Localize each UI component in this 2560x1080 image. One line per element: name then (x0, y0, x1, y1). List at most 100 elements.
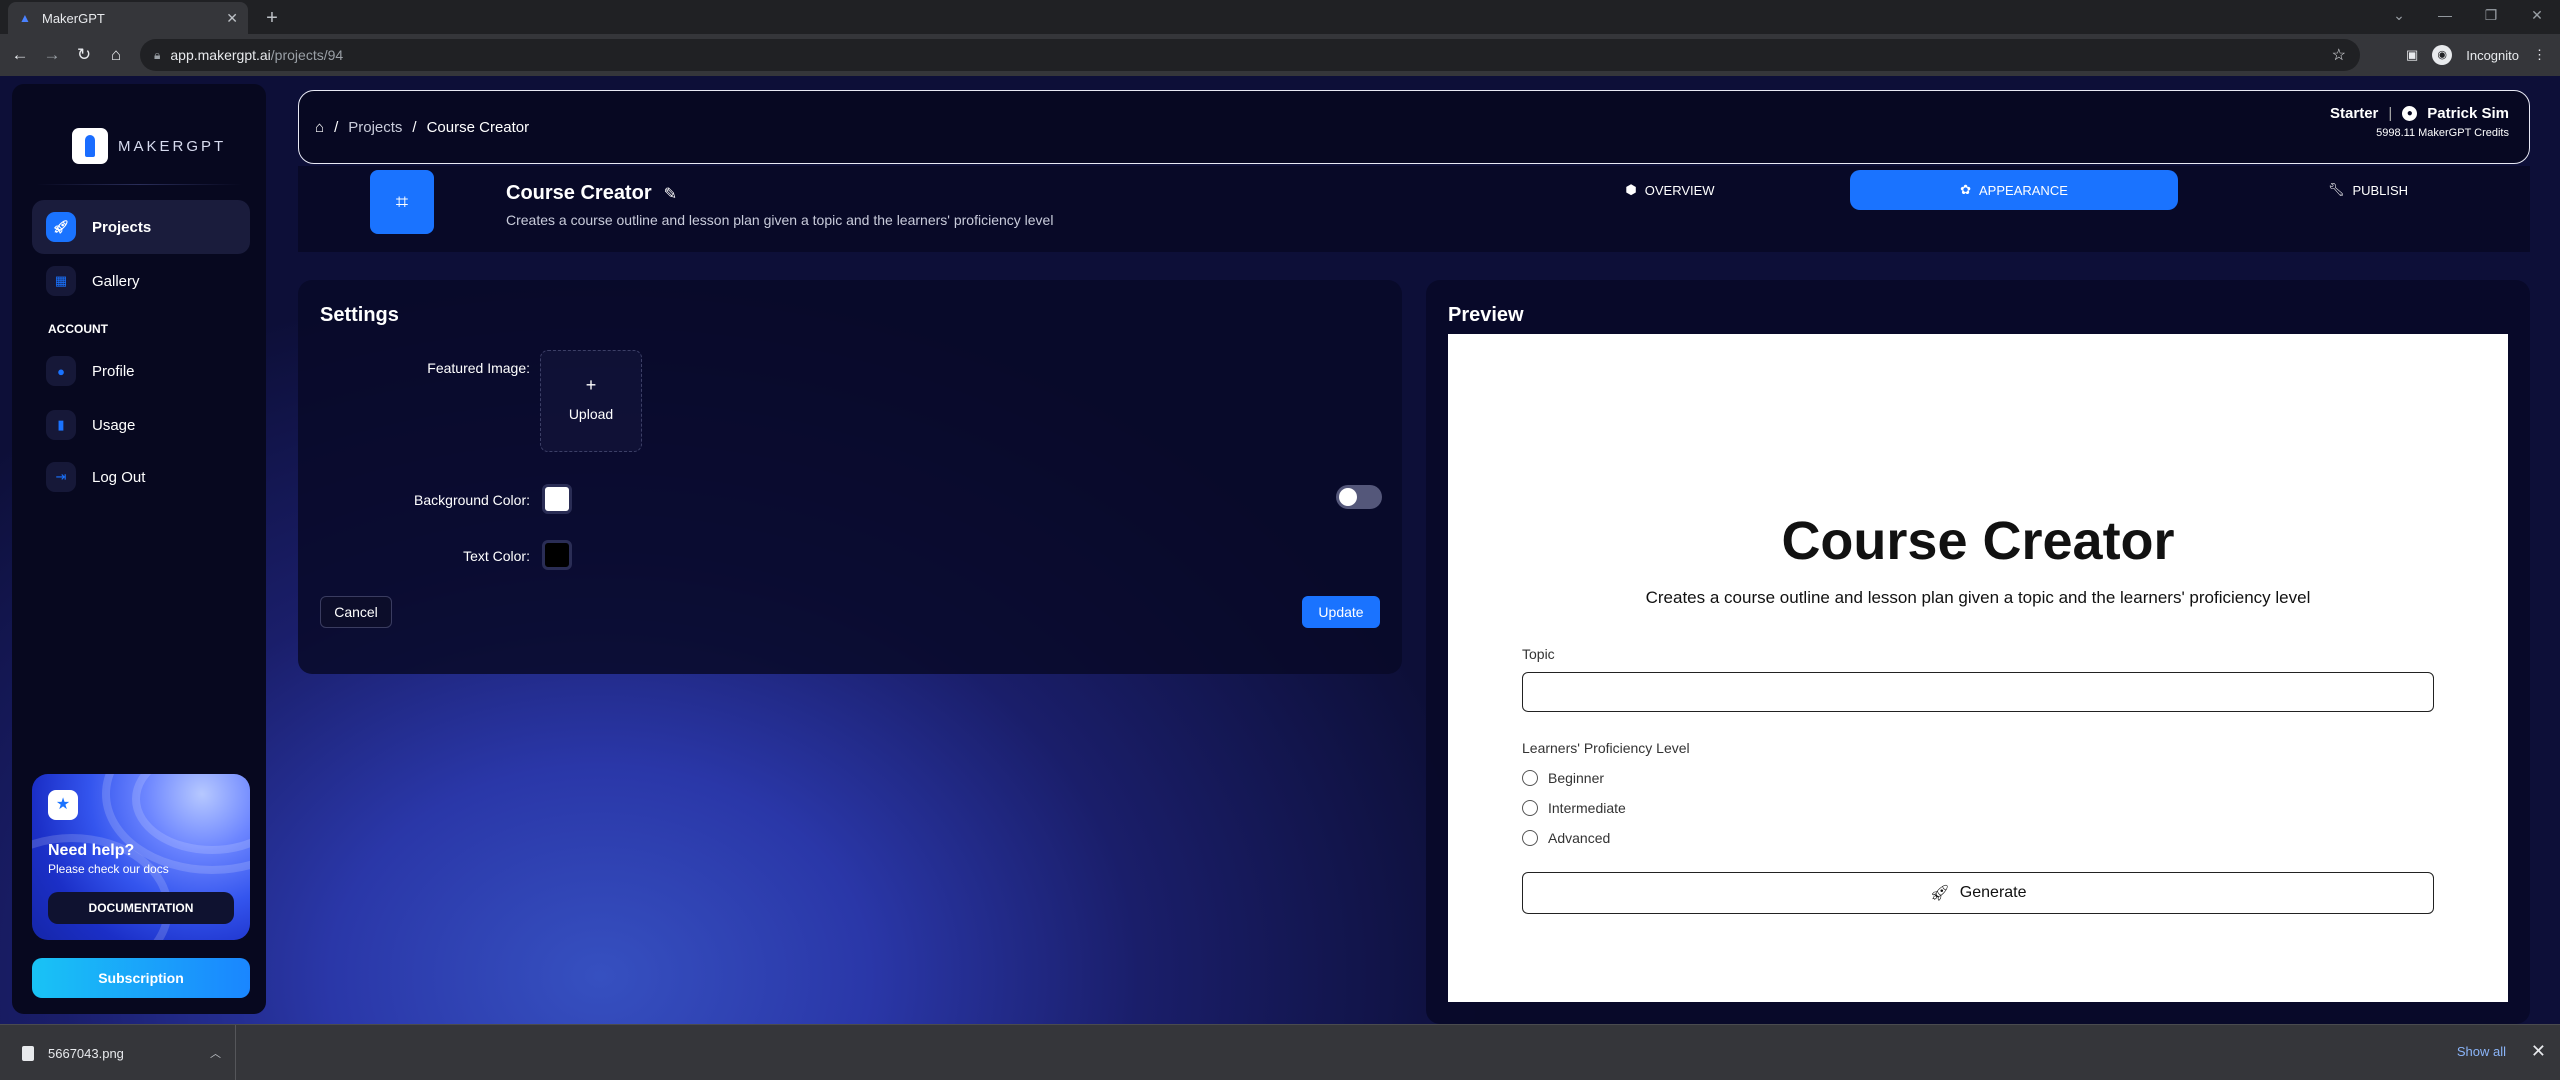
preview-panel: Preview Course Creator Creates a course … (1426, 280, 2530, 1024)
radio-beginner[interactable]: Beginner (1522, 770, 1604, 786)
close-downloads-icon[interactable]: ✕ (2531, 1041, 2546, 1062)
radio-label: Advanced (1548, 830, 1611, 846)
radio-intermediate[interactable]: Intermediate (1522, 800, 1626, 816)
minimize-icon[interactable]: — (2422, 0, 2468, 34)
background-color-swatch[interactable] (542, 484, 572, 514)
proficiency-label: Learners' Proficiency Level (1522, 740, 1690, 756)
tab-appearance[interactable]: ✿ APPEARANCE (1850, 170, 2178, 210)
downloads-bar: 5667043.png ︿ Show all ✕ (0, 1024, 2560, 1080)
documentation-button[interactable]: DOCUMENTATION (48, 892, 234, 924)
rocket-icon: 🚀︎ (46, 212, 76, 242)
home-icon[interactable]: ⌂ (104, 43, 128, 67)
toolbar-right: ▣ ◉ Incognito ⋮ (2406, 34, 2560, 76)
account-info: Starter | ● Patrick Sim 5998.11 MakerGPT… (2330, 105, 2509, 139)
user-circle-icon[interactable]: ● (2402, 106, 2418, 121)
sidebar-item-projects[interactable]: 🚀︎ Projects (32, 200, 250, 254)
chevron-up-icon[interactable]: ︿ (210, 1045, 221, 1061)
plan-label[interactable]: Starter (2330, 105, 2378, 122)
sidebar-item-label: Usage (92, 416, 136, 434)
project-title: Course Creator (506, 182, 652, 204)
help-subtitle: Please check our docs (48, 862, 169, 876)
user-icon: ● (46, 356, 76, 386)
text-color-label: Text Color: (463, 548, 530, 564)
tab-label: APPEARANCE (1979, 182, 2068, 198)
bar-chart-icon: ▮ (46, 410, 76, 440)
background-color-label: Background Color: (414, 492, 530, 508)
radio-circle[interactable] (1522, 800, 1538, 816)
account-section-label: ACCOUNT (48, 322, 108, 336)
top-navbar: ⌂ / Projects / Course Creator Starter | … (298, 90, 2530, 164)
radio-circle[interactable] (1522, 830, 1538, 846)
upload-label: Upload (568, 406, 614, 422)
settings-panel: Settings Featured Image: + Upload Backgr… (298, 280, 1402, 674)
project-title-row: Course Creator ✎ (506, 182, 677, 205)
tab-overview[interactable]: ⬢ OVERVIEW (1600, 170, 1740, 210)
radio-label: Beginner (1548, 770, 1605, 786)
incognito-icon[interactable]: ◉ (2432, 45, 2453, 65)
subscription-button[interactable]: Subscription (32, 958, 250, 998)
window-controls: ⌄ — ❐ ✕ (2376, 0, 2560, 34)
menu-kebab-icon[interactable]: ⋮ (2533, 47, 2546, 63)
side-panel-icon[interactable]: ▣ (2406, 47, 2418, 63)
topic-label: Topic (1522, 646, 1555, 662)
update-button[interactable]: Update (1302, 596, 1380, 628)
cancel-button[interactable]: Cancel (320, 596, 392, 628)
radio-advanced[interactable]: Advanced (1522, 830, 1610, 846)
settings-title: Settings (320, 304, 399, 326)
tab-label: OVERVIEW (1644, 182, 1715, 198)
profile-label[interactable]: Incognito (2466, 48, 2519, 63)
preview-app-description: Creates a course outline and lesson plan… (1645, 588, 2311, 607)
image-icon: ▦ (46, 266, 76, 296)
address-bar[interactable]: 🔒︎ app.makergpt.ai /projects/94 ☆ (140, 39, 2360, 71)
help-card: ★ Need help? Please check our docs DOCUM… (32, 774, 250, 940)
bookmark-star-icon[interactable]: ☆ (2332, 45, 2346, 65)
palette-icon: ✿ (1960, 182, 1972, 197)
download-item[interactable]: 5667043.png ︿ (14, 1025, 236, 1080)
sidebar-item-profile[interactable]: ● Profile (32, 344, 250, 398)
tab-search-icon[interactable]: ⌄ (2376, 0, 2422, 34)
url-path: /projects/94 (270, 47, 344, 63)
topic-input[interactable] (1522, 672, 2434, 712)
restore-icon[interactable]: ❐ (2468, 0, 2514, 34)
logo[interactable]: MAKERGPT (72, 128, 226, 164)
browser-tab[interactable]: ▲ MakerGPT ✕ (8, 2, 248, 34)
project-description: Creates a course outline and lesson plan… (506, 212, 1054, 228)
makergpt-logo-icon (72, 128, 108, 164)
breadcrumb-projects[interactable]: Projects (348, 119, 402, 136)
text-color-swatch[interactable] (542, 540, 572, 570)
sidebar-item-label: Gallery (92, 272, 140, 290)
close-window-icon[interactable]: ✕ (2514, 0, 2560, 34)
app-viewport: MAKERGPT 🚀︎ Projects ▦ Gallery ACCOUNT ●… (0, 76, 2560, 1024)
divider: | (2388, 105, 2393, 122)
tab-publish[interactable]: 🔧︎ PUBLISH (2298, 170, 2438, 210)
sidebar-item-gallery[interactable]: ▦ Gallery (32, 254, 250, 308)
new-tab-button[interactable]: + (258, 4, 286, 32)
show-all-link[interactable]: Show all (2457, 1044, 2506, 1059)
breadcrumb-separator: / (334, 119, 339, 136)
radio-circle[interactable] (1522, 770, 1538, 786)
lock-icon[interactable]: 🔒︎ (154, 48, 160, 63)
sidebar-item-logout[interactable]: ⇥ Log Out (32, 450, 250, 504)
close-tab-icon[interactable]: ✕ (226, 10, 238, 27)
user-name[interactable]: Patrick Sim (2427, 105, 2509, 122)
course-icon: ⌗ (370, 170, 434, 234)
sidebar: MAKERGPT 🚀︎ Projects ▦ Gallery ACCOUNT ●… (12, 84, 266, 1014)
sidebar-item-usage[interactable]: ▮ Usage (32, 398, 250, 452)
sidebar-divider (36, 184, 242, 185)
background-color-toggle[interactable] (1336, 485, 1382, 509)
breadcrumb-separator: / (412, 119, 417, 136)
reload-icon[interactable]: ↻ (72, 43, 96, 67)
back-icon[interactable]: ← (8, 43, 32, 67)
tab-label: PUBLISH (2352, 182, 2409, 198)
file-icon (22, 1045, 34, 1061)
browser-tabstrip: ▲ MakerGPT ✕ + ⌄ — ❐ ✕ (0, 0, 2560, 34)
credits-label: 5998.11 MakerGPT Credits (2376, 127, 2509, 139)
forward-icon[interactable]: → (40, 43, 64, 67)
edit-pencil-icon[interactable]: ✎ (664, 184, 677, 204)
generate-label: Generate (1959, 884, 2027, 901)
generate-button[interactable]: 🚀︎ Generate (1522, 872, 2434, 914)
featured-image-upload[interactable]: + Upload (540, 350, 642, 452)
sidebar-item-label: Log Out (92, 468, 146, 486)
home-icon[interactable]: ⌂ (315, 119, 324, 136)
breadcrumb-current: Course Creator (426, 119, 530, 136)
